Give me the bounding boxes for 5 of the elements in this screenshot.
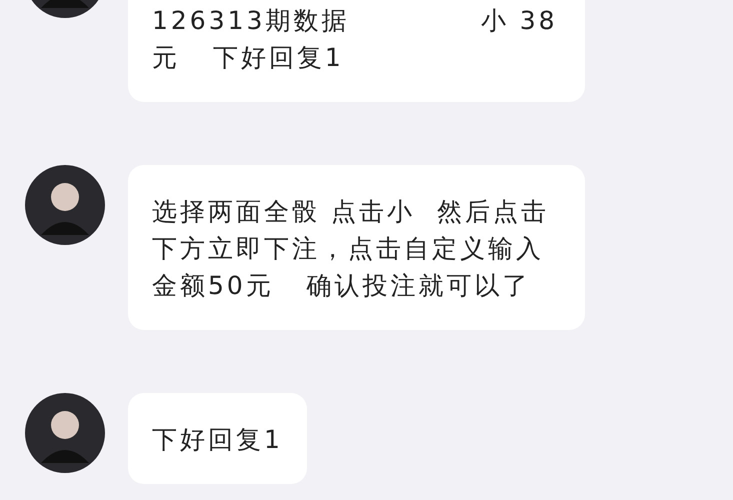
message-bubble: 126313期数据 小 38元 下好回复1 [128,0,585,102]
message-bubble: 选择两面全骰 点击小 然后点击下方立即下注，点击自定义输入金额50元 确认投注就可以了 [128,165,585,330]
avatar-icon[interactable] [25,393,105,473]
message-bubble: 下好回复1 [128,393,307,484]
avatar-icon[interactable] [25,165,105,245]
